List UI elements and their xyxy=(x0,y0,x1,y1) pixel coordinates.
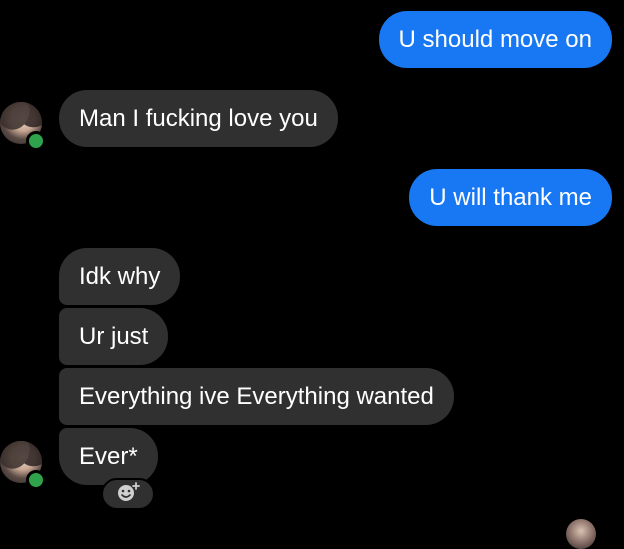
message-incoming[interactable]: Everything ive Everything wanted xyxy=(59,368,454,425)
message-incoming[interactable]: Ever* xyxy=(59,428,158,485)
message-outgoing[interactable]: U will thank me xyxy=(409,169,612,226)
online-indicator xyxy=(26,470,46,490)
online-indicator xyxy=(26,131,46,151)
add-reaction-button[interactable] xyxy=(101,478,155,510)
message-incoming[interactable]: Idk why xyxy=(59,248,181,305)
seen-receipt-avatar xyxy=(566,519,596,549)
add-reaction-icon xyxy=(115,481,141,508)
message-incoming[interactable]: Man I fucking love you xyxy=(59,90,338,147)
message-incoming[interactable]: Ur just xyxy=(59,308,169,365)
message-outgoing[interactable]: U should move on xyxy=(378,11,612,68)
